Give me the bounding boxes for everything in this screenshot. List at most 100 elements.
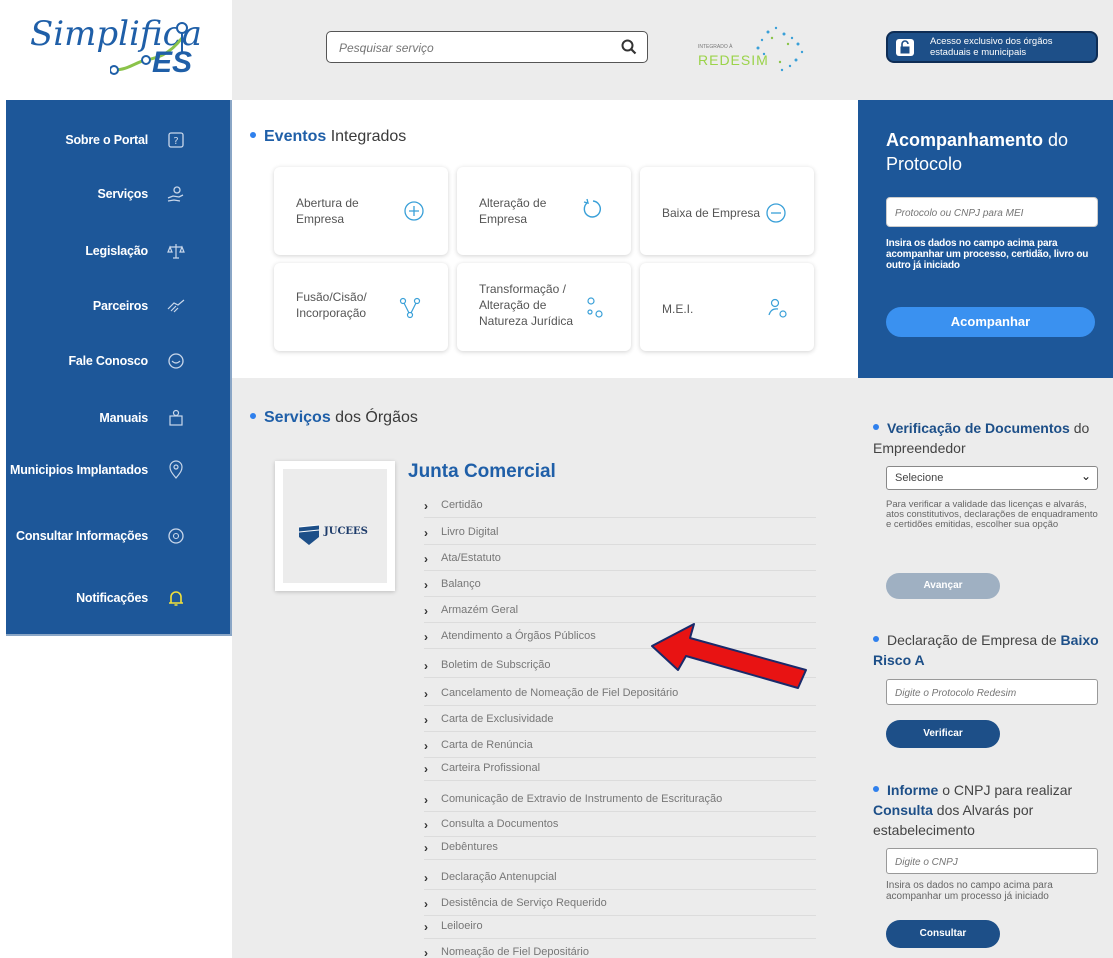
service-item[interactable]: › Carteira Profissional xyxy=(424,759,816,781)
verificar-button[interactable]: Verificar xyxy=(886,720,1000,748)
select-value: Selecione xyxy=(895,472,944,484)
search-icon[interactable] xyxy=(621,39,637,55)
redesim-logo: INTEGRADO À REDESIM xyxy=(698,24,816,74)
service-item[interactable]: › Carta de Renúncia xyxy=(424,736,816,758)
service-item-label: Carta de Renúncia xyxy=(441,739,533,751)
service-item[interactable]: › Declaração Antenupcial xyxy=(424,868,816,890)
map-pin-icon xyxy=(169,460,183,479)
protocolo-redesim-input[interactable] xyxy=(895,684,1085,702)
service-item-label: Livro Digital xyxy=(441,526,499,538)
sidebar-item-sobre[interactable]: Sobre o Portal ? xyxy=(6,122,232,162)
sidebar-item-label: Manuais xyxy=(99,411,148,425)
declaracao-title: Declaração de Empresa de Baixo Risco A xyxy=(873,630,1103,670)
question-icon: ? xyxy=(168,132,184,148)
chevron-right-icon: › xyxy=(424,499,428,513)
service-item[interactable]: › Livro Digital xyxy=(424,523,816,545)
card-label: Alteração de Empresa xyxy=(479,196,547,226)
service-item[interactable]: › Balanço xyxy=(424,575,816,597)
minus-circle-icon xyxy=(766,203,786,223)
card-abertura[interactable]: Abertura de Empresa xyxy=(274,167,448,255)
cnpj-input[interactable] xyxy=(895,853,1085,871)
service-item-label: Carteira Profissional xyxy=(441,762,541,774)
protocolo-input[interactable] xyxy=(895,204,1085,222)
card-mei[interactable]: M.E.I. xyxy=(640,263,814,351)
sidebar-item-label: Notificações xyxy=(76,591,148,605)
card-alteracao[interactable]: Alteração de Empresa xyxy=(457,167,631,255)
sidebar-item-fale-conosco[interactable]: Fale Conosco xyxy=(6,343,232,383)
service-item-label: Nomeação de Fiel Depositário xyxy=(441,946,589,958)
informe-title: Informe o CNPJ para realizar Consulta do… xyxy=(873,780,1103,840)
svg-text:?: ? xyxy=(173,136,178,147)
red-arrow-annotation xyxy=(651,623,807,689)
scale-icon xyxy=(167,244,185,259)
chevron-right-icon: › xyxy=(424,526,428,540)
service-item-label: Declaração Antenupcial xyxy=(441,871,557,883)
service-item[interactable]: › Nomeação de Fiel Depositário xyxy=(424,943,816,958)
service-item[interactable]: › Comunicação de Extravio de Instrumento … xyxy=(424,790,816,812)
chevron-right-icon: › xyxy=(424,552,428,566)
card-label: M.E.I. xyxy=(662,302,694,316)
chevron-right-icon: › xyxy=(424,578,428,592)
sidebar-item-servicos[interactable]: Serviços xyxy=(6,176,232,216)
chevron-right-icon: › xyxy=(424,739,428,753)
chevron-right-icon: › xyxy=(424,713,428,727)
sidebar-item-manuais[interactable]: Manuais xyxy=(6,400,232,440)
consulta-strong: Consulta xyxy=(873,802,933,818)
chevron-right-icon: › xyxy=(424,687,428,701)
service-item-label: Armazém Geral xyxy=(441,604,519,616)
sidebar-item-parceiros[interactable]: Parceiros xyxy=(6,288,232,328)
chevron-right-icon: › xyxy=(424,762,428,776)
informe-title-strong: Informe xyxy=(887,782,939,798)
servicos-title-rest: dos Órgãos xyxy=(330,409,418,426)
service-item[interactable]: › Carta de Exclusividade xyxy=(424,710,816,732)
service-item-label: Certidão xyxy=(441,499,483,511)
card-transformacao[interactable]: Transformação / Alteração de Natureza Ju… xyxy=(457,263,631,351)
info-icon xyxy=(168,528,184,544)
eventos-title-strong: Eventos xyxy=(264,128,327,145)
logo-suffix: ES xyxy=(152,46,193,79)
service-item[interactable]: › Ata/Estatuto xyxy=(424,549,816,571)
sidebar-item-legislacao[interactable]: Legislação xyxy=(6,233,232,273)
simplifica-logo[interactable]: Simplifica ES xyxy=(30,8,210,88)
service-item[interactable]: › Leiloeiro xyxy=(424,917,816,939)
verificacao-description: Para verificar a validade das licenças e… xyxy=(886,499,1098,530)
service-item-label: Desistência de Serviço Requerido xyxy=(441,897,607,909)
service-item[interactable]: › Certidão xyxy=(424,496,816,518)
sidebar-item-consultar[interactable]: Consultar Informações xyxy=(6,524,232,564)
search-input[interactable] xyxy=(339,38,609,58)
chevron-right-icon: › xyxy=(424,841,428,855)
jucees-logo: JUCEES xyxy=(283,469,387,583)
protocolo-field xyxy=(886,197,1098,227)
chevron-down-icon: ⌄ xyxy=(1080,469,1091,483)
card-baixa[interactable]: Baixa de Empresa xyxy=(640,167,814,255)
eventos-title: Eventos Integrados xyxy=(250,128,406,146)
bullet-icon xyxy=(873,424,879,431)
restricted-access-button[interactable]: Acesso exclusivo dos órgãos estaduais e … xyxy=(886,31,1098,63)
consultar-button[interactable]: Consultar xyxy=(886,920,1000,948)
verificacao-select[interactable]: Selecione ⌄ xyxy=(886,466,1098,490)
book-icon xyxy=(169,409,183,426)
sidebar-item-label: Consultar Informações xyxy=(16,529,148,543)
service-item[interactable]: › Desistência de Serviço Requerido xyxy=(424,894,816,916)
service-item[interactable]: › Consulta a Documentos xyxy=(424,815,816,837)
service-item-label: Boletim de Subscrição xyxy=(441,659,551,671)
jucees-logo-card[interactable]: JUCEES xyxy=(275,461,395,591)
acompanhamento-title: Acompanhamento do Protocolo xyxy=(886,128,1101,176)
service-item-label: Ata/Estatuto xyxy=(441,552,501,564)
service-item[interactable]: › Debêntures xyxy=(424,838,816,860)
redesim-text: REDESIM xyxy=(698,52,769,68)
bullet-icon xyxy=(250,412,256,419)
bullet-icon xyxy=(250,131,256,138)
sidebar-item-label: Municipios Implantados xyxy=(10,463,148,477)
sidebar-item-label: Parceiros xyxy=(92,299,148,313)
card-fusao[interactable]: Fusão/Cisão/ Incorporação xyxy=(274,263,448,351)
acompanhar-button[interactable]: Acompanhar xyxy=(886,307,1095,337)
bullet-icon xyxy=(873,636,879,643)
servicos-title: Serviços dos Órgãos xyxy=(250,409,418,427)
service-item-label: Carta de Exclusividade xyxy=(441,713,554,725)
chevron-right-icon: › xyxy=(424,946,428,958)
sidebar-item-notificacoes[interactable]: Notificações xyxy=(6,580,232,620)
sidebar-item-municipios[interactable]: Municipios Implantados xyxy=(6,458,232,498)
chevron-right-icon: › xyxy=(424,659,428,673)
avancar-button[interactable]: Avançar xyxy=(886,573,1000,599)
